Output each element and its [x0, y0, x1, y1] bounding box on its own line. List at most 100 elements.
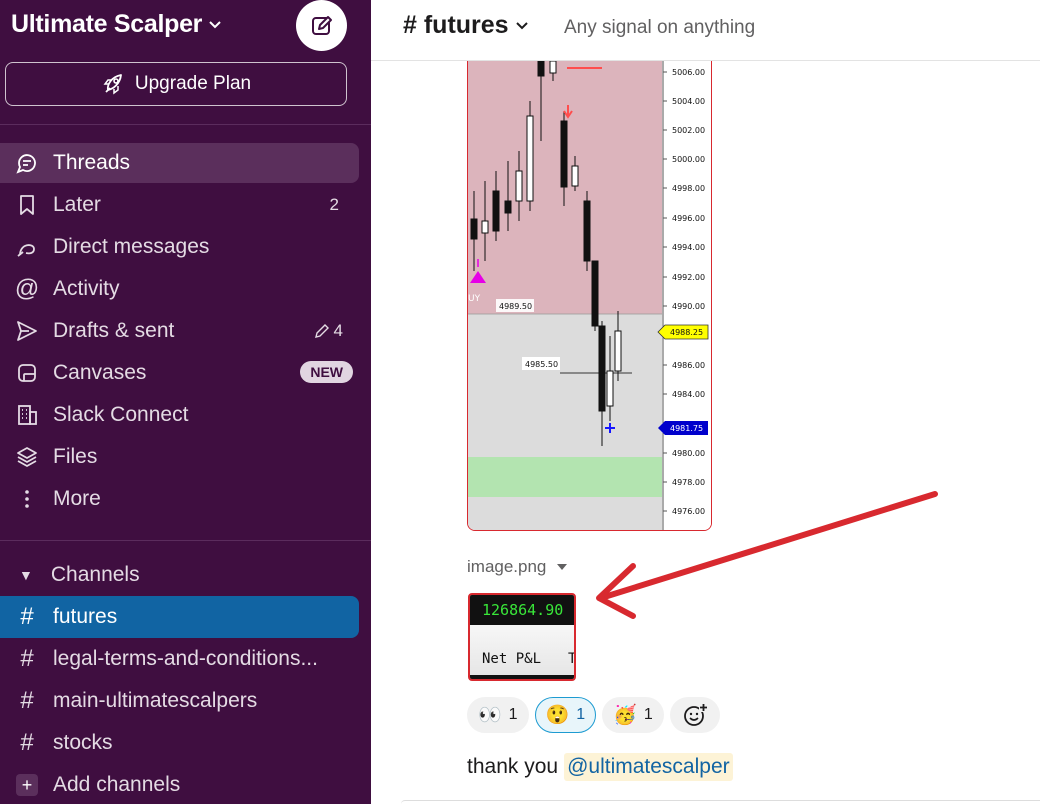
caret-down-icon	[557, 564, 568, 570]
channels-section-label: Channels	[50, 563, 140, 586]
channel-label: main-ultimatescalpers	[53, 689, 258, 712]
upgrade-plan-button[interactable]: Upgrade Plan	[5, 62, 347, 106]
hash-icon: #	[20, 687, 34, 714]
add-channels-label: Add channels	[53, 773, 181, 796]
later-count: 2	[329, 195, 339, 214]
price-label: 4996.00	[672, 214, 705, 223]
astonished-emoji-icon: 😲	[545, 705, 570, 726]
nav-activity[interactable]: @ Activity	[0, 269, 359, 309]
compose-button[interactable]	[296, 0, 347, 51]
divider	[0, 124, 371, 125]
nav-threads-label: Threads	[53, 151, 131, 174]
nav-activity-label: Activity	[53, 277, 120, 300]
building-icon	[14, 402, 40, 428]
workspace-name: Ultimate Scalper	[11, 10, 203, 38]
party-emoji-icon: 🥳	[613, 705, 637, 726]
hash-icon: #	[20, 645, 34, 672]
new-badge: NEW	[300, 361, 353, 383]
upgrade-plan-label: Upgrade Plan	[134, 73, 252, 94]
price-label: 4990.00	[672, 302, 705, 311]
pnl-image-attachment[interactable]: 126864.90 Net P&L T	[468, 593, 576, 681]
nav-drafts-sent-label: Drafts & sent	[53, 319, 175, 342]
nav-more[interactable]: More	[0, 479, 359, 519]
nav-later[interactable]: Later 2	[0, 185, 359, 225]
nav-slack-connect[interactable]: Slack Connect	[0, 395, 359, 435]
channel-label: futures	[53, 605, 118, 628]
nav-files[interactable]: Files	[0, 437, 359, 477]
channel-name: futures	[423, 11, 509, 39]
nav-more-label: More	[53, 487, 101, 510]
price-label: 4984.00	[672, 390, 705, 399]
price-label: 5004.00	[672, 97, 705, 106]
composer-edge	[401, 800, 1040, 804]
hash-icon: #	[20, 729, 34, 756]
more-vertical-icon	[14, 486, 40, 512]
pnl-column-label: T	[568, 651, 576, 667]
add-reaction-button[interactable]	[669, 697, 720, 733]
channel-label: legal-terms-and-conditions...	[53, 647, 318, 670]
nav-direct-messages-label: Direct messages	[53, 235, 210, 258]
nav-direct-messages[interactable]: Direct messages	[0, 227, 359, 267]
price-label: 4976.00	[672, 507, 705, 516]
pencil-icon	[314, 324, 329, 338]
threads-icon	[14, 150, 40, 176]
buy-signal-label: UY	[468, 294, 481, 304]
add-emoji-icon	[683, 703, 708, 726]
message-body: thank you @ultimatescalper	[467, 753, 733, 781]
pnl-panel: Net P&L T	[470, 625, 574, 675]
channel-header: # futures Any signal on anything	[371, 0, 1040, 61]
canvas-icon	[14, 360, 40, 386]
workspace-switcher[interactable]: Ultimate Scalper	[11, 10, 222, 39]
channel-main-ultimatescalpers[interactable]: # main-ultimatescalpers	[0, 680, 359, 722]
add-channels-button[interactable]: + Add channels	[0, 764, 359, 804]
attachment-filename[interactable]: image.png	[467, 557, 568, 577]
nav-threads[interactable]: Threads	[0, 143, 359, 183]
hash-icon: #	[20, 603, 34, 630]
chevron-down-icon	[515, 21, 528, 29]
channel-name-button[interactable]: # futures	[403, 11, 529, 40]
chart-image-attachment[interactable]: 5006.00 5004.00 5002.00 5000.00 4998.00 …	[467, 61, 712, 531]
nav-canvases[interactable]: Canvases NEW	[0, 353, 359, 393]
rocket-icon	[103, 74, 122, 95]
channel-stocks[interactable]: # stocks	[0, 722, 359, 764]
nav-drafts-sent[interactable]: Drafts & sent 4	[0, 311, 359, 351]
channels-section-toggle[interactable]: ▼ Channels	[0, 555, 359, 595]
drafts-badge: 4	[314, 321, 343, 341]
layers-icon	[14, 444, 40, 470]
pnl-value: 126864.90	[470, 595, 574, 625]
nav-later-label: Later	[53, 193, 101, 216]
divider	[0, 540, 371, 541]
current-price-label: 4988.25	[670, 328, 703, 337]
reaction-count: 1	[643, 706, 653, 723]
channel-futures[interactable]: # futures	[0, 596, 359, 638]
reaction-count: 1	[576, 706, 586, 723]
channel-topic[interactable]: Any signal on anything	[564, 17, 755, 39]
price-label: 5000.00	[672, 155, 705, 164]
bookmark-icon	[14, 192, 40, 218]
nav-files-label: Files	[53, 445, 98, 468]
reaction-eyes[interactable]: 👀 1	[467, 697, 529, 733]
price-label: 4992.00	[672, 273, 705, 282]
workspace-header: Ultimate Scalper	[0, 0, 371, 52]
user-mention[interactable]: @ultimatescalper	[564, 753, 733, 781]
pnl-bottom-strip	[470, 675, 574, 679]
sidebar: Ultimate Scalper Upgrade Plan Threads La…	[0, 0, 371, 804]
reactions-bar: 👀 1 😲 1 🥳 1	[467, 697, 720, 733]
chevron-down-icon	[209, 20, 221, 28]
compose-icon	[311, 15, 332, 35]
hash-icon: #	[403, 11, 424, 39]
level-label: 4985.50	[525, 360, 558, 369]
direct-messages-icon	[14, 234, 40, 260]
caret-down-icon: ▼	[19, 567, 33, 583]
price-label: 4980.00	[672, 449, 705, 458]
reaction-party[interactable]: 🥳 1	[602, 697, 664, 733]
channel-view: # futures Any signal on anything 5006.00…	[371, 0, 1040, 804]
file-name-label: image.png	[467, 557, 547, 576]
price-label: 5002.00	[672, 126, 705, 135]
message-text: thank you	[467, 755, 559, 778]
reaction-astonished[interactable]: 😲 1	[534, 697, 597, 733]
price-chart: 5006.00 5004.00 5002.00 5000.00 4998.00 …	[468, 61, 711, 530]
price-label: 4986.00	[672, 361, 705, 370]
channel-legal-terms[interactable]: # legal-terms-and-conditions...	[0, 638, 359, 680]
channel-label: stocks	[53, 731, 113, 754]
